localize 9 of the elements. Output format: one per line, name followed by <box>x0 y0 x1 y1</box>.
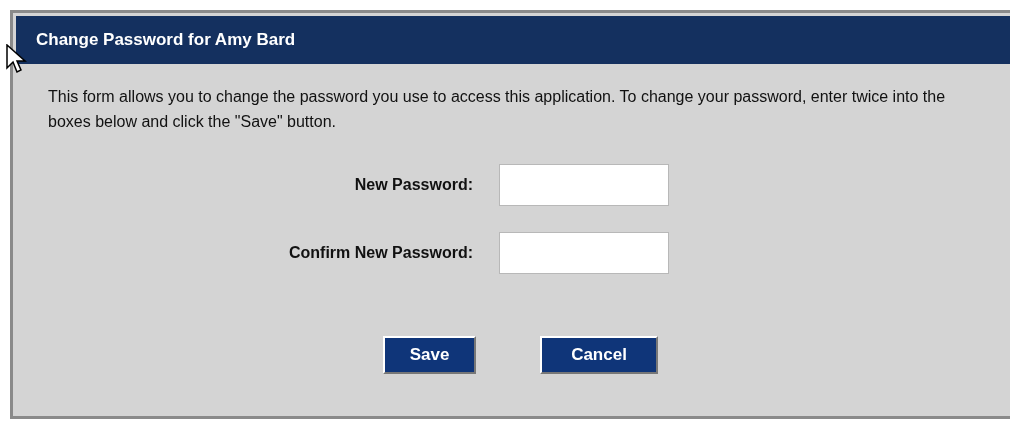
cancel-button[interactable]: Cancel <box>540 336 658 374</box>
field-label: New Password: <box>353 176 473 194</box>
dialog-title: Change Password for Amy Bard <box>16 16 1010 64</box>
description-text: This form allows you to change the password you use to access this application. To change your password, enter twice into the boxes below and click the "Save" button. <box>48 87 947 132</box>
password-field[interactable] <box>499 232 669 274</box>
field-label: Confirm New Password: <box>287 244 473 262</box>
cursor-icon <box>6 44 28 76</box>
password-field[interactable] <box>499 164 669 206</box>
save-button[interactable]: Save <box>383 336 476 374</box>
